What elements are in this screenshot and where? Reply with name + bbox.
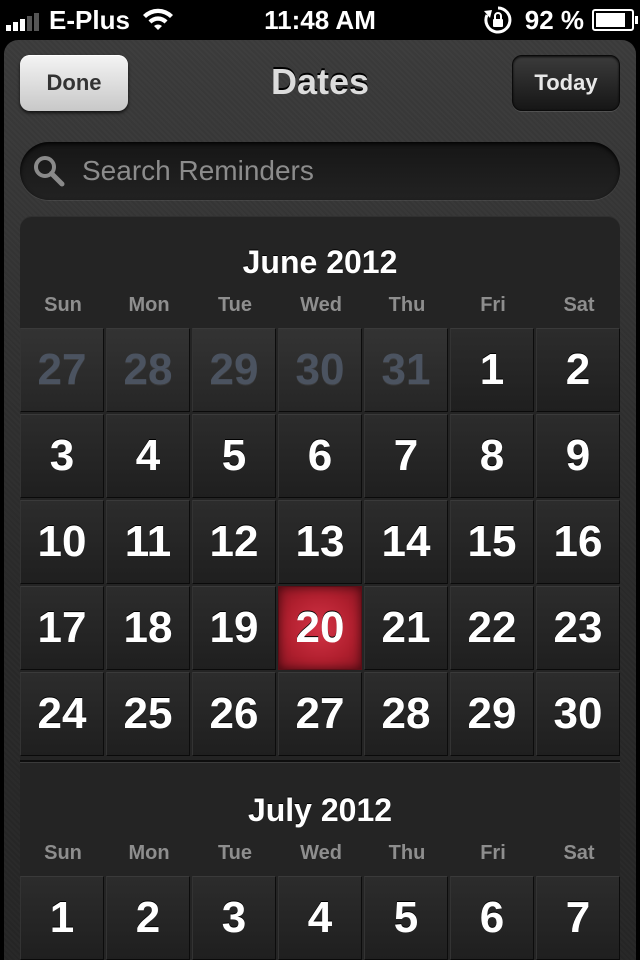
day-cell[interactable]: 12 xyxy=(192,500,276,584)
weekday-label: Wed xyxy=(300,294,342,316)
weekday-label: Sun xyxy=(44,842,82,864)
battery-percent: 92 % xyxy=(524,4,584,35)
month-divider xyxy=(20,760,620,763)
done-button[interactable]: Done xyxy=(20,55,128,111)
weekday-label: Wed xyxy=(300,842,342,864)
day-cell[interactable]: 18 xyxy=(106,586,190,670)
weekday-label: Sat xyxy=(563,842,595,864)
day-cell[interactable]: 27 xyxy=(20,328,104,412)
day-cell[interactable]: 26 xyxy=(192,672,276,756)
day-cell[interactable]: 7 xyxy=(364,414,448,498)
weekday-label: Fri xyxy=(480,842,506,864)
day-cell[interactable]: 16 xyxy=(536,500,620,584)
day-cell[interactable]: 27 xyxy=(278,672,362,756)
weekday-label: Sat xyxy=(563,294,595,316)
weekday-label: Mon xyxy=(128,294,170,316)
screen: E-Plus 11:48 AM 92 % Done Dates Today Se… xyxy=(0,0,640,960)
status-right: 92 % xyxy=(483,0,638,40)
day-cell[interactable]: 29 xyxy=(192,328,276,412)
weekday-header: Sun Mon Tue Wed Thu Fri Sat xyxy=(20,290,620,320)
signal-icon xyxy=(6,9,41,31)
day-cell[interactable]: 5 xyxy=(192,414,276,498)
weekday-label: Thu xyxy=(388,842,426,864)
day-cell[interactable]: 2 xyxy=(536,328,620,412)
day-cell[interactable]: 29 xyxy=(450,672,534,756)
search-icon xyxy=(34,156,65,187)
status-left: E-Plus xyxy=(6,0,174,40)
day-cell[interactable]: 10 xyxy=(20,500,104,584)
month-title: July 2012 xyxy=(247,792,393,828)
day-cell[interactable]: 24 xyxy=(20,672,104,756)
day-cell[interactable]: 3 xyxy=(192,876,276,960)
day-cell[interactable]: 25 xyxy=(106,672,190,756)
day-cell[interactable]: 31 xyxy=(364,328,448,412)
month-title: June 2012 xyxy=(242,244,398,280)
day-cell[interactable]: 4 xyxy=(278,876,362,960)
day-cell[interactable]: 3 xyxy=(20,414,104,498)
day-cell[interactable]: 30 xyxy=(278,328,362,412)
day-cell[interactable]: 23 xyxy=(536,586,620,670)
day-cell[interactable]: 17 xyxy=(20,586,104,670)
carrier-name: E-Plus xyxy=(49,4,130,35)
weekday-label: Fri xyxy=(480,294,506,316)
rotation-lock-icon xyxy=(483,6,512,34)
day-cell[interactable]: 1 xyxy=(450,328,534,412)
day-cell[interactable]: 7 xyxy=(536,876,620,960)
weekday-label: Thu xyxy=(388,294,426,316)
day-cell[interactable]: 21 xyxy=(364,586,448,670)
search-bar[interactable] xyxy=(20,142,620,200)
day-cell[interactable]: 9 xyxy=(536,414,620,498)
status-bar: E-Plus 11:48 AM 92 % xyxy=(0,0,640,40)
day-cell[interactable]: 5 xyxy=(364,876,448,960)
day-cell[interactable]: 8 xyxy=(450,414,534,498)
day-cell[interactable]: 11 xyxy=(106,500,190,584)
search-input[interactable] xyxy=(80,154,620,188)
day-cell[interactable]: 6 xyxy=(450,876,534,960)
weekday-header: Sun Mon Tue Wed Thu Fri Sat xyxy=(20,838,620,868)
day-cell[interactable]: 22 xyxy=(450,586,534,670)
weekday-label: Tue xyxy=(217,842,253,864)
day-cell[interactable]: 4 xyxy=(106,414,190,498)
weekday-label: Sun xyxy=(44,294,82,316)
day-cell[interactable]: 6 xyxy=(278,414,362,498)
day-cell[interactable]: 15 xyxy=(450,500,534,584)
day-cell[interactable]: 13 xyxy=(278,500,362,584)
day-cell[interactable]: 28 xyxy=(106,328,190,412)
day-cell[interactable]: 14 xyxy=(364,500,448,584)
nav-bar: Done Dates Today xyxy=(4,40,636,130)
reminders-panel: Done Dates Today June 2012 Sun Mon Tue Wed Th… xyxy=(4,40,636,960)
day-cell[interactable]: 1 xyxy=(20,876,104,960)
weekday-label: Tue xyxy=(217,294,253,316)
day-cell[interactable]: 19 xyxy=(192,586,276,670)
day-cell-today[interactable]: 20 xyxy=(278,586,362,670)
day-cell[interactable]: 28 xyxy=(364,672,448,756)
today-button[interactable]: Today xyxy=(512,55,620,111)
weekday-label: Mon xyxy=(128,842,170,864)
wifi-icon xyxy=(142,8,173,30)
day-cell[interactable]: 30 xyxy=(536,672,620,756)
battery-icon xyxy=(592,9,638,31)
day-cell[interactable]: 2 xyxy=(106,876,190,960)
calendar[interactable]: June 2012 Sun Mon Tue Wed Thu Fri Sat 27 28 29 30 31… xyxy=(20,216,620,960)
